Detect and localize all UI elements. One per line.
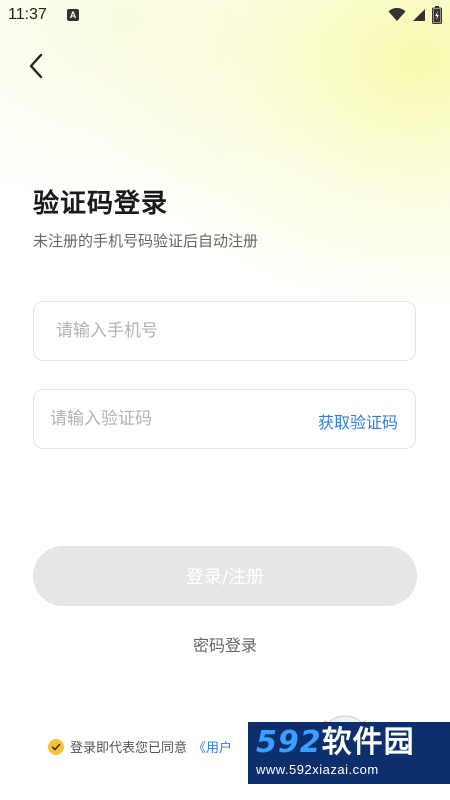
battery-icon: [432, 6, 442, 24]
phone-field: [33, 301, 416, 361]
chevron-left-icon: [29, 53, 43, 79]
password-login-link[interactable]: 密码登录: [0, 632, 450, 656]
agree-checkbox[interactable]: [48, 738, 64, 755]
checkmark-icon: [51, 743, 61, 750]
user-agreement-link[interactable]: 《用户: [193, 737, 232, 756]
notification-a-icon: A: [67, 9, 79, 21]
watermark-url: www.592xiazai.com: [256, 762, 379, 777]
code-field: 获取验证码: [33, 389, 416, 449]
watermark-number: 592: [256, 725, 322, 760]
status-icons: [388, 6, 442, 24]
verification-code-input[interactable]: [34, 390, 294, 448]
phone-input[interactable]: [34, 302, 415, 360]
wifi-icon: [388, 8, 406, 21]
login-register-button[interactable]: 登录/注册: [33, 546, 417, 606]
back-button[interactable]: [20, 50, 52, 82]
agreement-row: 登录即代表您已同意 《用户: [48, 737, 232, 756]
status-time: 11:37: [8, 6, 47, 23]
page-subtitle: 未注册的手机号码验证后自动注册: [33, 232, 259, 250]
watermark-logo: 592软件园 www.592xiazai.com: [248, 722, 450, 784]
get-code-link[interactable]: 获取验证码: [318, 409, 398, 433]
signal-icon: [413, 9, 425, 21]
status-bar: 11:37 A: [0, 0, 450, 32]
page-title: 验证码登录: [33, 189, 169, 219]
watermark-name: 软件园: [321, 725, 415, 760]
agreement-text: 登录即代表您已同意: [70, 741, 188, 756]
